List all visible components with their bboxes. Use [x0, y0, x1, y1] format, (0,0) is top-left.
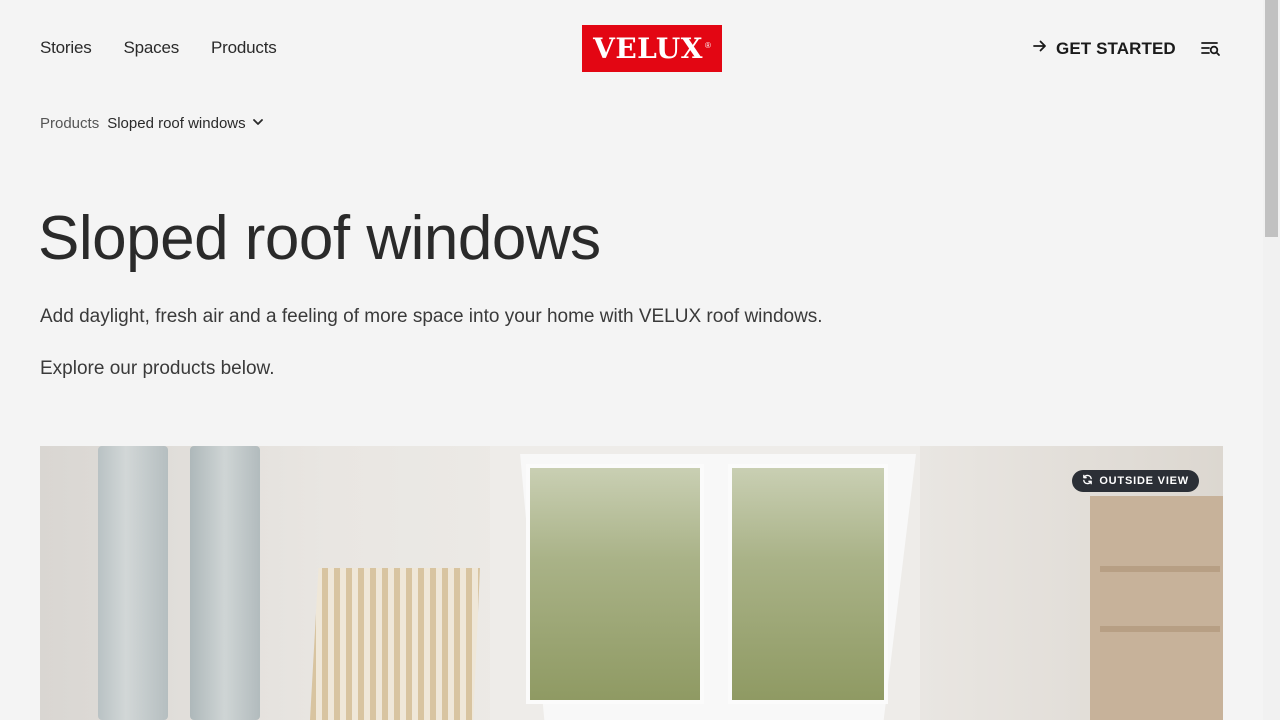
velux-logo[interactable]: VELUX ® — [582, 25, 722, 72]
page-scrollbar[interactable] — [1263, 0, 1280, 720]
menu-search-icon — [1200, 42, 1222, 64]
breadcrumb: Products Sloped roof windows — [40, 115, 264, 132]
breadcrumb-parent[interactable]: Products — [40, 115, 99, 132]
get-started-button[interactable]: GET STARTED — [1032, 38, 1176, 59]
curtain — [190, 446, 260, 720]
nav-link-spaces[interactable]: Spaces — [124, 38, 180, 58]
curtain — [98, 446, 168, 720]
hero-image: OUTSIDE VIEW — [40, 446, 1223, 720]
page-title: Sloped roof windows — [38, 204, 601, 273]
nav-link-products[interactable]: Products — [211, 38, 277, 58]
intro-text: Add daylight, fresh air and a feeling of… — [40, 306, 823, 327]
logo-registered-mark: ® — [704, 41, 711, 50]
bookshelf — [1090, 496, 1223, 720]
logo-text: VELUX — [593, 31, 703, 65]
chevron-down-icon — [252, 115, 264, 132]
menu-search-button[interactable] — [1200, 38, 1224, 60]
breadcrumb-current-dropdown[interactable]: Sloped roof windows — [107, 115, 263, 132]
get-started-label: GET STARTED — [1056, 38, 1176, 58]
outside-view-button[interactable]: OUTSIDE VIEW — [1072, 470, 1199, 492]
explore-text: Explore our products below. — [40, 358, 275, 379]
nav-link-stories[interactable]: Stories — [40, 38, 92, 58]
shelf-board — [1100, 626, 1220, 632]
main-nav: Stories Spaces Products — [40, 38, 277, 58]
radiator — [310, 568, 480, 720]
window-pane-left — [526, 464, 704, 704]
outside-view-label: OUTSIDE VIEW — [1099, 475, 1189, 487]
window-pane-right — [728, 464, 888, 704]
refresh-icon — [1082, 474, 1093, 488]
arrow-right-icon — [1032, 38, 1048, 59]
scrollbar-thumb[interactable] — [1265, 0, 1278, 237]
shelf-board — [1100, 566, 1220, 572]
site-header: Stories Spaces Products VELUX ® GET STAR… — [0, 0, 1263, 97]
breadcrumb-current-label: Sloped roof windows — [107, 115, 246, 132]
